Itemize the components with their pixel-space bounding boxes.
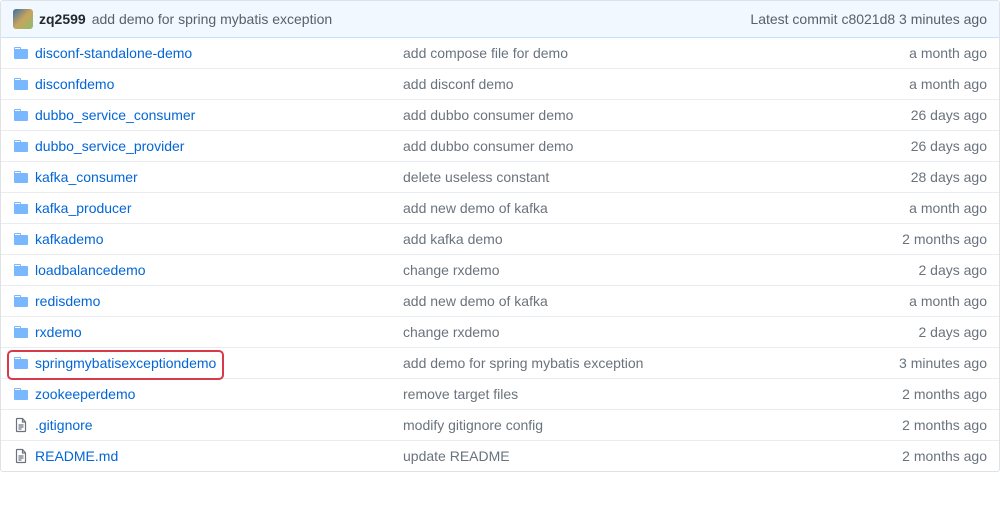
commit-time: a month ago bbox=[847, 45, 987, 61]
folder-link[interactable]: disconfdemo bbox=[35, 76, 114, 92]
latest-commit-label: Latest commit bbox=[750, 11, 837, 27]
file-name-cell: dubbo_service_provider bbox=[13, 138, 403, 154]
file-name-cell: kafka_producer bbox=[13, 200, 403, 216]
file-name-cell: zookeeperdemo bbox=[13, 386, 403, 402]
folder-icon bbox=[13, 200, 29, 216]
file-row: redisdemo add new demo of kafkaa month ag… bbox=[1, 286, 999, 317]
commit-time: a month ago bbox=[847, 200, 987, 216]
commit-message-link[interactable]: change rxdemo bbox=[403, 324, 847, 340]
file-name-cell: disconfdemo bbox=[13, 76, 403, 92]
folder-icon bbox=[13, 76, 29, 92]
commit-time: 2 months ago bbox=[847, 417, 987, 433]
file-name-cell: dubbo_service_consumer bbox=[13, 107, 403, 123]
folder-icon bbox=[13, 324, 29, 340]
commit-time: 26 days ago bbox=[847, 107, 987, 123]
latest-commit-message[interactable]: add demo for spring mybatis exception bbox=[92, 11, 332, 27]
file-icon bbox=[13, 417, 29, 433]
commit-message-link[interactable]: add compose file for demo bbox=[403, 45, 847, 61]
folder-link[interactable]: rxdemo bbox=[35, 324, 82, 340]
commit-time: a month ago bbox=[847, 76, 987, 92]
file-row: kafkademo add kafka demo2 months ago bbox=[1, 224, 999, 255]
file-name-cell: .gitignore bbox=[13, 417, 403, 433]
folder-icon bbox=[13, 107, 29, 123]
commit-time: 2 days ago bbox=[847, 262, 987, 278]
file-icon bbox=[13, 448, 29, 464]
commit-message-link[interactable]: add demo for spring mybatis exception bbox=[403, 355, 847, 371]
commit-message-link[interactable]: remove target files bbox=[403, 386, 847, 402]
folder-icon bbox=[13, 293, 29, 309]
commit-header-right: Latest commit c8021d8 3 minutes ago bbox=[750, 11, 987, 27]
file-name-cell: redisdemo bbox=[13, 293, 403, 309]
file-row: .gitignore modify gitignore config2 month… bbox=[1, 410, 999, 441]
folder-icon bbox=[13, 45, 29, 61]
file-row: README.md update README2 months ago bbox=[1, 441, 999, 471]
folder-link[interactable]: disconf-standalone-demo bbox=[35, 45, 192, 61]
file-name-cell: kafkademo bbox=[13, 231, 403, 247]
file-rows: disconf-standalone-demo add compose file … bbox=[1, 38, 999, 471]
commit-time: 2 months ago bbox=[847, 231, 987, 247]
commit-message-link[interactable]: add dubbo consumer demo bbox=[403, 138, 847, 154]
folder-link[interactable]: kafka_producer bbox=[35, 200, 132, 216]
file-row: disconfdemo add disconf demoa month ago bbox=[1, 69, 999, 100]
folder-link[interactable]: redisdemo bbox=[35, 293, 100, 309]
commit-message-link[interactable]: change rxdemo bbox=[403, 262, 847, 278]
file-name-cell: springmybatisexceptiondemo bbox=[13, 355, 403, 371]
file-listing-container: zq2599 add demo for spring mybatis excep… bbox=[0, 0, 1000, 472]
file-row: disconf-standalone-demo add compose file … bbox=[1, 38, 999, 69]
file-name-cell: README.md bbox=[13, 448, 403, 464]
file-name-cell: kafka_consumer bbox=[13, 169, 403, 185]
commit-time: 2 days ago bbox=[847, 324, 987, 340]
folder-icon bbox=[13, 262, 29, 278]
highlight-annotation bbox=[7, 350, 224, 380]
file-row: loadbalancedemo change rxdemo2 days ago bbox=[1, 255, 999, 286]
folder-icon bbox=[13, 386, 29, 402]
folder-link[interactable]: kafka_consumer bbox=[35, 169, 138, 185]
folder-link[interactable]: zookeeperdemo bbox=[35, 386, 135, 402]
author-name[interactable]: zq2599 bbox=[39, 11, 86, 27]
folder-icon bbox=[13, 231, 29, 247]
file-row: dubbo_service_consumer add dubbo consumer… bbox=[1, 100, 999, 131]
commit-message-link[interactable]: add new demo of kafka bbox=[403, 200, 847, 216]
file-name-cell: disconf-standalone-demo bbox=[13, 45, 403, 61]
file-name-cell: loadbalancedemo bbox=[13, 262, 403, 278]
file-link[interactable]: .gitignore bbox=[35, 417, 93, 433]
commit-time: 3 minutes ago bbox=[847, 355, 987, 371]
file-row: kafka_producer add new demo of kafkaa mon… bbox=[1, 193, 999, 224]
commit-message-link[interactable]: add new demo of kafka bbox=[403, 293, 847, 309]
file-row: kafka_consumer delete useless constant28 … bbox=[1, 162, 999, 193]
file-name-cell: rxdemo bbox=[13, 324, 403, 340]
folder-icon bbox=[13, 138, 29, 154]
commit-time: 2 months ago bbox=[847, 386, 987, 402]
folder-link[interactable]: kafkademo bbox=[35, 231, 103, 247]
commit-message-link[interactable]: add disconf demo bbox=[403, 76, 847, 92]
folder-link[interactable]: loadbalancedemo bbox=[35, 262, 146, 278]
folder-link[interactable]: dubbo_service_consumer bbox=[35, 107, 195, 123]
author-avatar[interactable] bbox=[13, 9, 33, 29]
file-row: dubbo_service_provider add dubbo consumer… bbox=[1, 131, 999, 162]
commit-header-left: zq2599 add demo for spring mybatis excep… bbox=[13, 9, 332, 29]
file-row: rxdemo change rxdemo2 days ago bbox=[1, 317, 999, 348]
commit-sha[interactable]: c8021d8 bbox=[841, 11, 895, 27]
commit-message-link[interactable]: delete useless constant bbox=[403, 169, 847, 185]
commit-header: zq2599 add demo for spring mybatis excep… bbox=[1, 1, 999, 38]
commit-message-link[interactable]: modify gitignore config bbox=[403, 417, 847, 433]
commit-message-link[interactable]: add kafka demo bbox=[403, 231, 847, 247]
commit-message-link[interactable]: update README bbox=[403, 448, 847, 464]
commit-time: 28 days ago bbox=[847, 169, 987, 185]
commit-time: 3 minutes ago bbox=[899, 11, 987, 27]
commit-time: a month ago bbox=[847, 293, 987, 309]
folder-link[interactable]: dubbo_service_provider bbox=[35, 138, 184, 154]
file-row: zookeeperdemo remove target files2 months… bbox=[1, 379, 999, 410]
file-link[interactable]: README.md bbox=[35, 448, 118, 464]
folder-icon bbox=[13, 169, 29, 185]
file-row: springmybatisexceptiondemoadd demo for s… bbox=[1, 348, 999, 379]
commit-time: 2 months ago bbox=[847, 448, 987, 464]
commit-message-link[interactable]: add dubbo consumer demo bbox=[403, 107, 847, 123]
commit-time: 26 days ago bbox=[847, 138, 987, 154]
